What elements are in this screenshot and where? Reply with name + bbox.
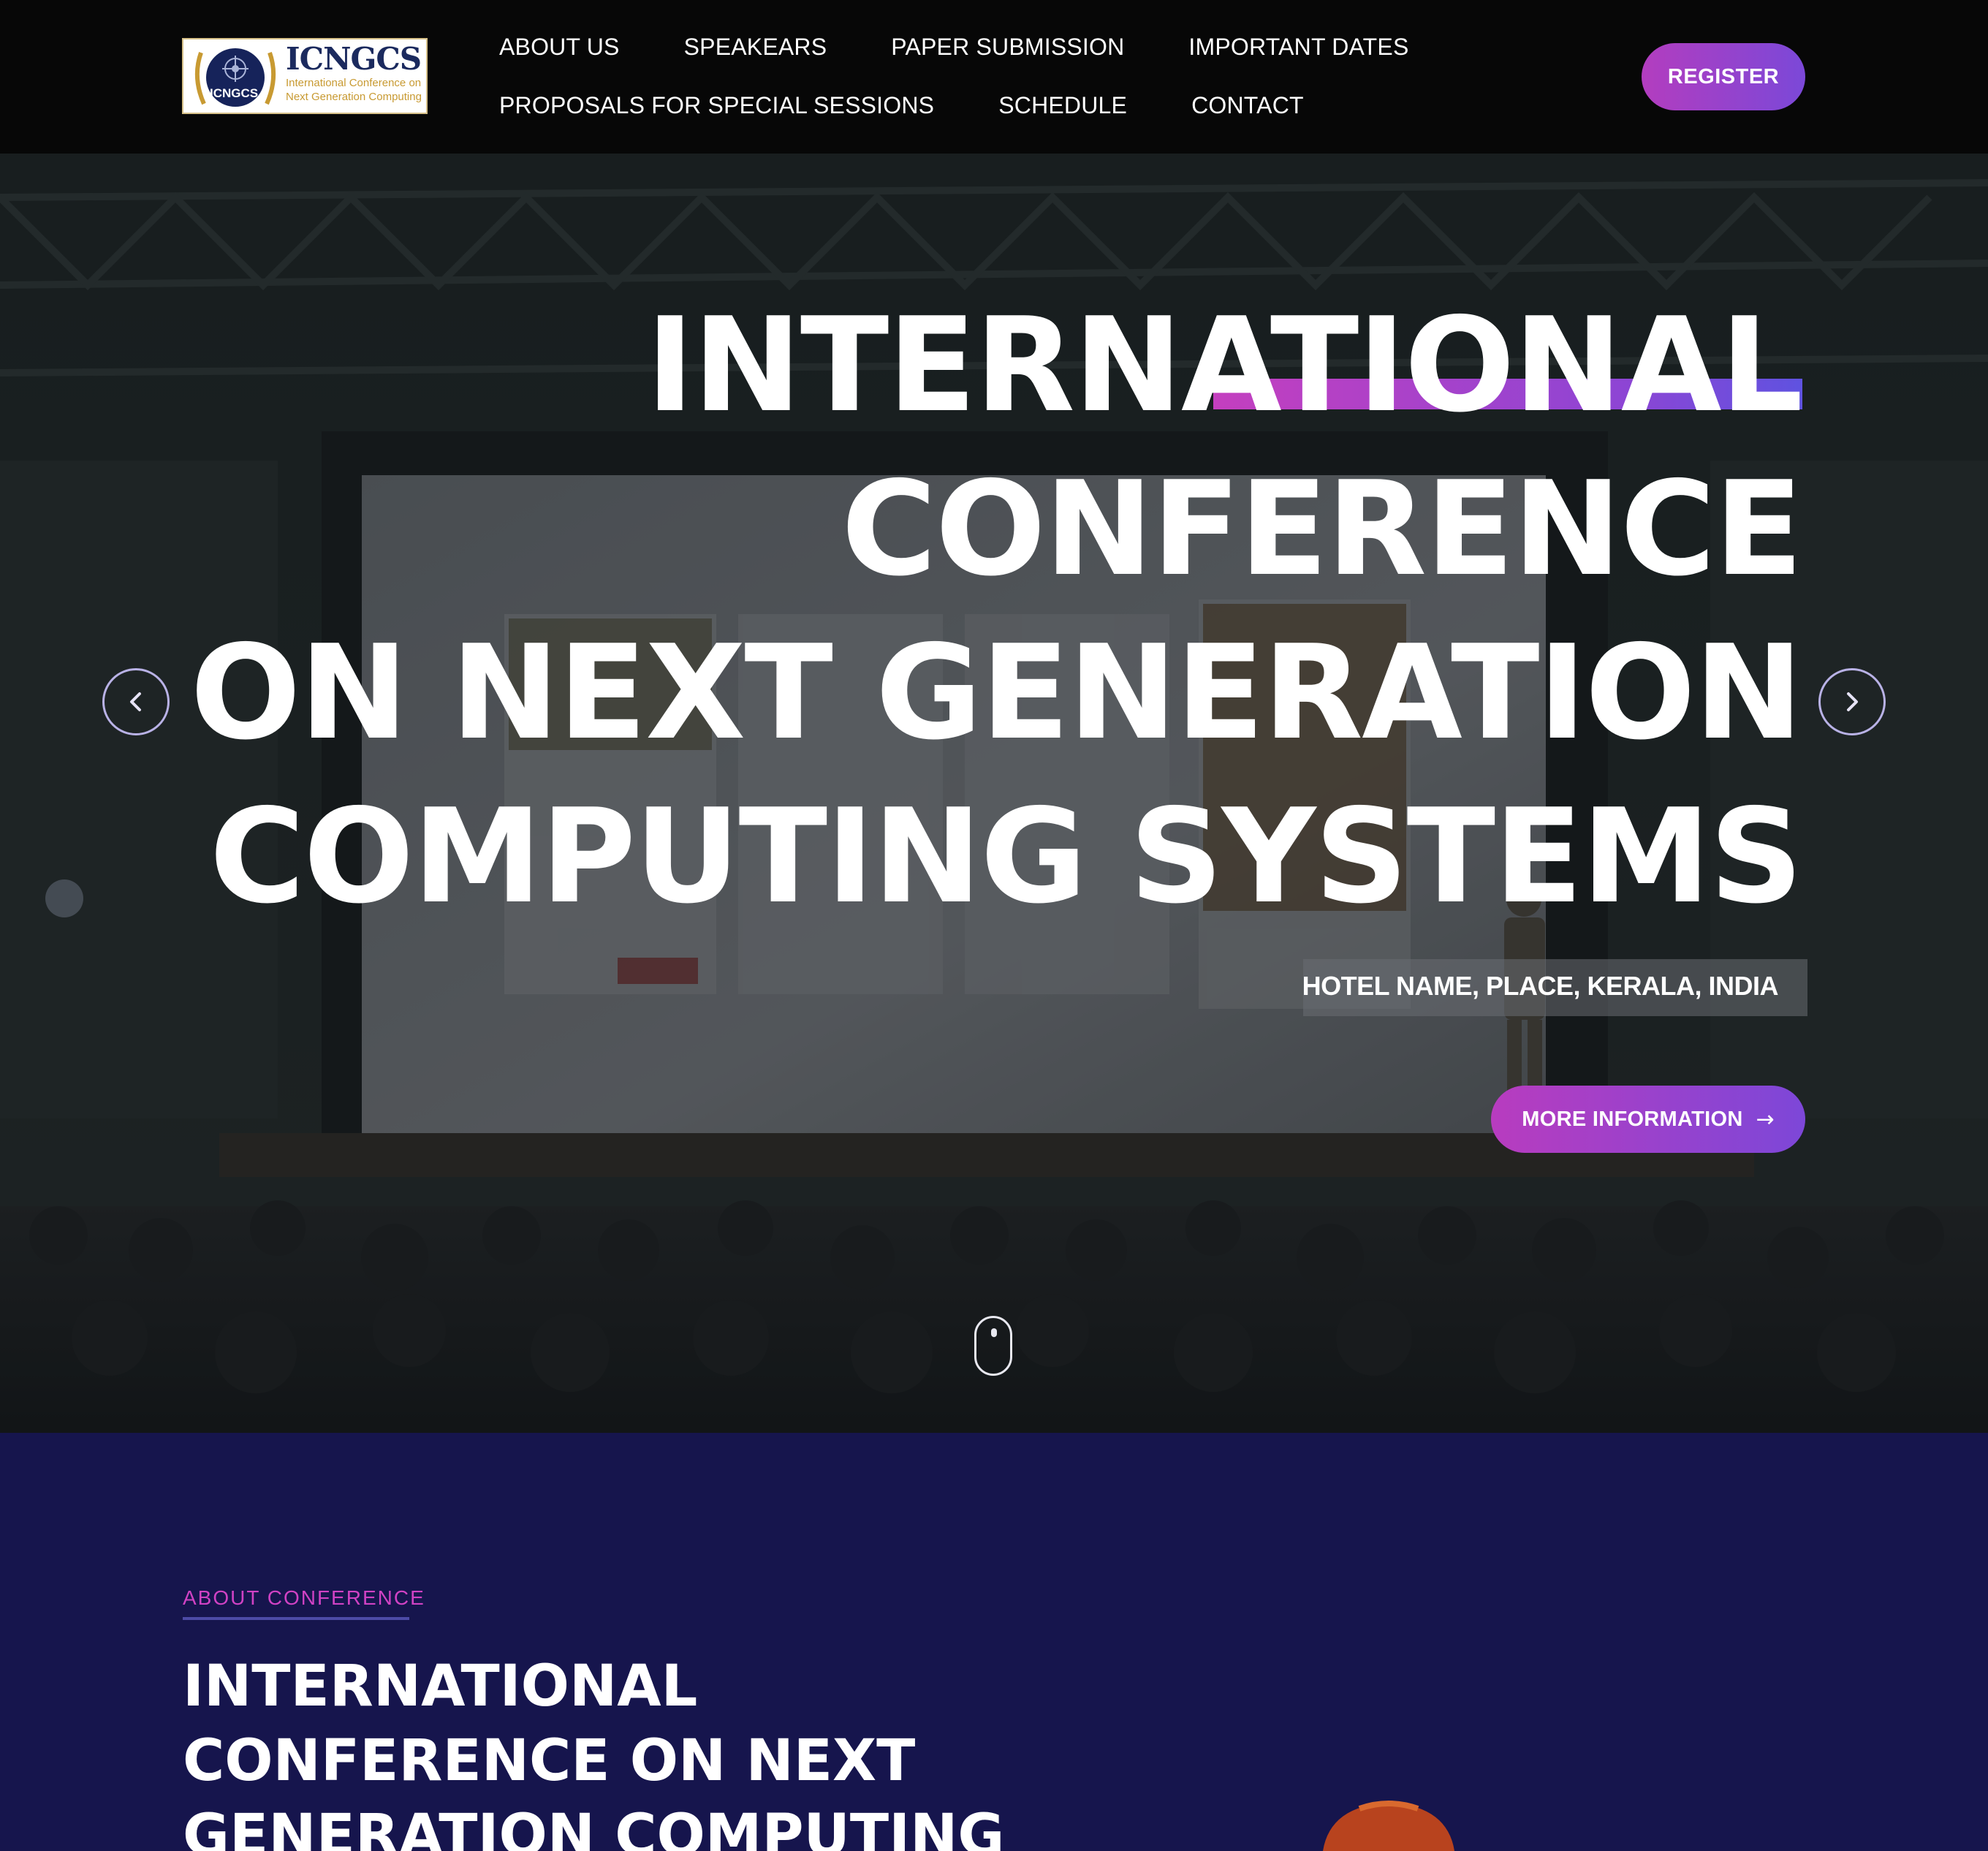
logo-title: ICNGCS — [286, 41, 422, 77]
nav-contact[interactable]: CONTACT — [1191, 92, 1304, 119]
hero-title-line-4: COMPUTING SYSTEMS — [209, 781, 1803, 932]
nav-proposals-special-sessions[interactable]: PROPOSALS FOR SPECIAL SESSIONS — [499, 92, 934, 119]
about-illustration — [1323, 1801, 1454, 1851]
site-logo[interactable]: ICNGCS ICNGCS International Conference o… — [182, 38, 428, 114]
nav-row-1: ABOUT US SPEAKEARS PAPER SUBMISSION IMPO… — [499, 29, 1473, 64]
venue-banner: HOTEL NAME, PLACE, KERALA, INDIA — [1302, 959, 1807, 1016]
about-tag-underline — [183, 1617, 409, 1620]
nav-important-dates[interactable]: IMPORTANT DATES — [1188, 34, 1408, 61]
slider-next-button[interactable] — [1818, 668, 1886, 735]
nav-about-us[interactable]: ABOUT US — [499, 34, 620, 61]
about-section: ABOUT CONFERENCE INTERNATIONAL CONFERENC… — [0, 1433, 1988, 1851]
nav-paper-submission[interactable]: PAPER SUBMISSION — [891, 34, 1124, 61]
hero-title-line-1: INTERNATIONAL — [645, 289, 1803, 441]
about-section-tag: ABOUT CONFERENCE — [183, 1586, 425, 1609]
hero-title-line-3: ON NEXT GENERATION — [190, 617, 1803, 768]
more-information-button[interactable]: MORE INFORMATION → — [1491, 1086, 1805, 1153]
hero-slider: INTERNATIONAL CONFERENCE ON NEXT GENERAT… — [0, 154, 1988, 1433]
mouse-scroll-icon[interactable] — [974, 1316, 1012, 1376]
hero-title: INTERNATIONAL CONFERENCE ON NEXT GENERAT… — [190, 284, 1803, 939]
hero-title-line-2: CONFERENCE — [841, 453, 1803, 605]
decorative-ring-icon — [45, 879, 83, 917]
more-information-label: MORE INFORMATION — [1522, 1107, 1743, 1131]
venue-text: HOTEL NAME, PLACE, KERALA, INDIA — [1302, 971, 1779, 1001]
arrow-right-icon: → — [1756, 1106, 1775, 1132]
site-header: ICNGCS ICNGCS International Conference o… — [0, 0, 1988, 154]
chevron-left-icon — [130, 692, 141, 711]
nav-schedule[interactable]: SCHEDULE — [998, 92, 1127, 119]
chevron-right-icon — [1847, 692, 1858, 711]
register-button[interactable]: REGISTER — [1642, 43, 1805, 110]
nav-row-2: PROPOSALS FOR SPECIAL SESSIONS SCHEDULE … — [499, 88, 1368, 123]
logo-subtitle: International Conference on Next Generat… — [286, 77, 422, 103]
seal-icon — [194, 48, 276, 107]
nav-speakears[interactable]: SPEAKEARS — [684, 34, 827, 61]
slider-prev-button[interactable] — [102, 668, 170, 735]
about-title: INTERNATIONAL CONFERENCE ON NEXT GENERAT… — [183, 1654, 1005, 1851]
logo-seal-text: ICNGCS — [210, 86, 259, 100]
